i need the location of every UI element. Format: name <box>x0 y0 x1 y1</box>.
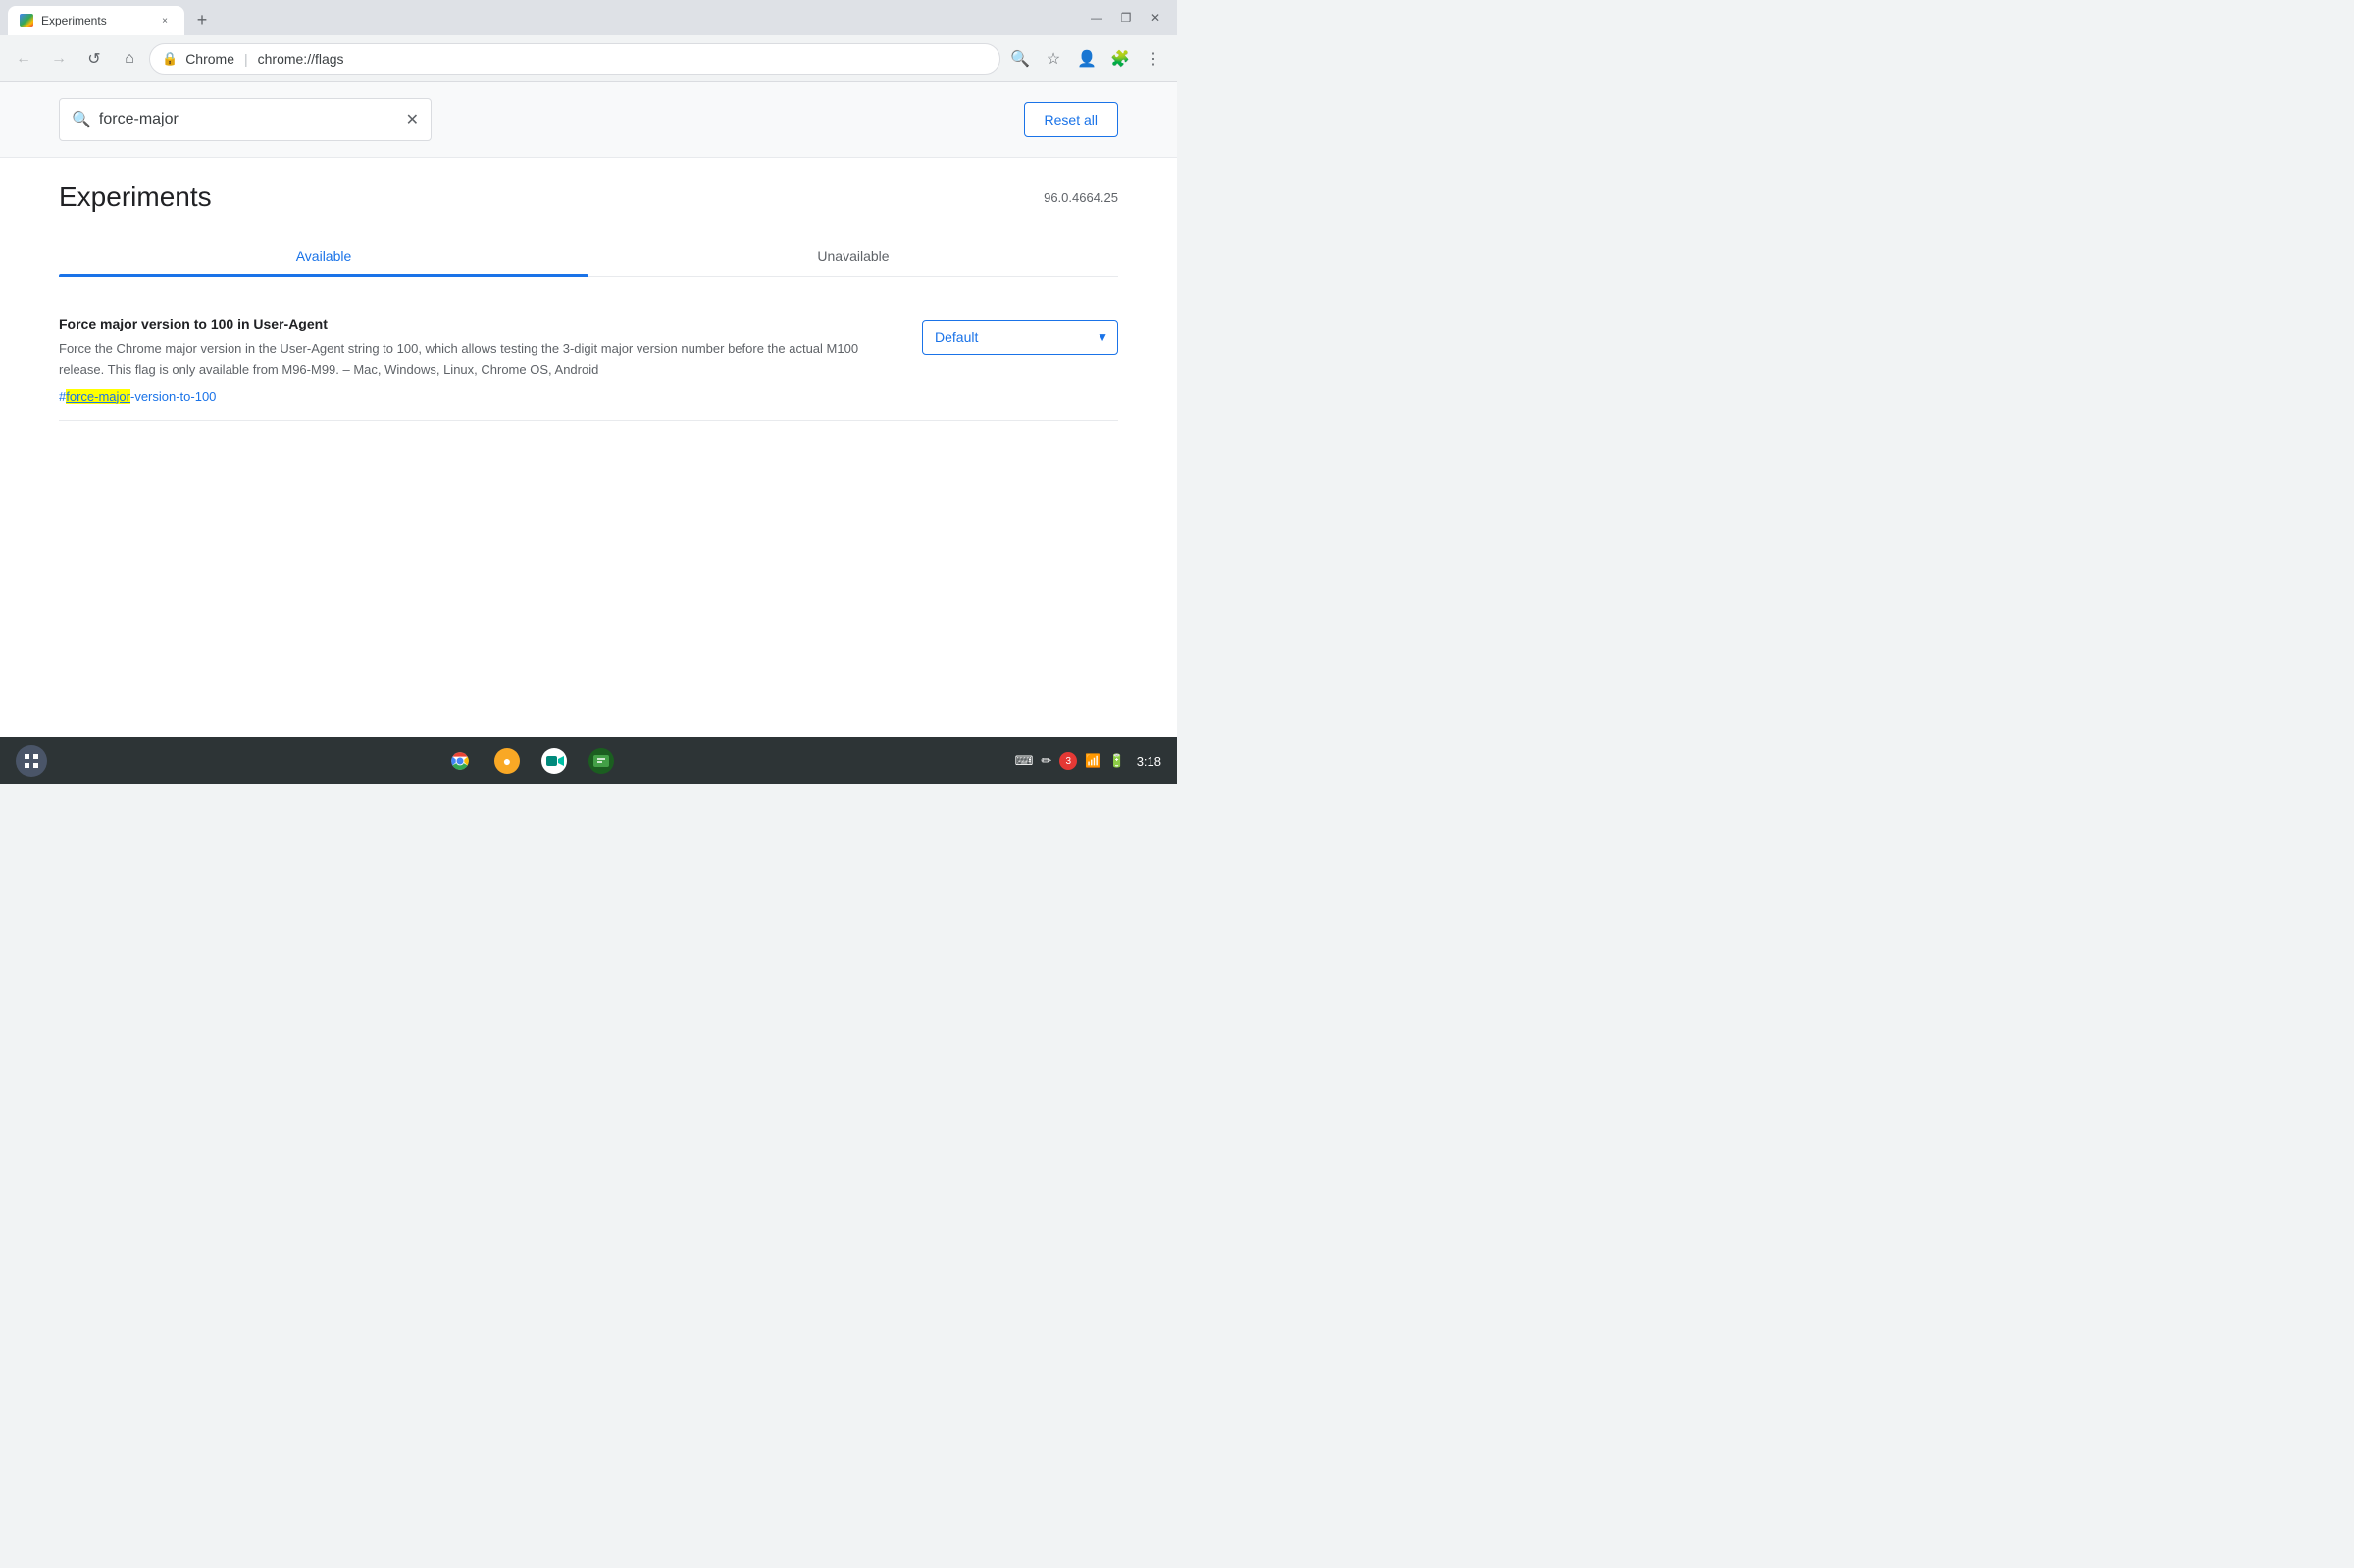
svg-text:●: ● <box>503 753 511 769</box>
address-url: chrome://flags <box>258 51 988 67</box>
version-text: 96.0.4664.25 <box>1044 190 1118 205</box>
search-box[interactable]: 🔍 ✕ <box>59 98 432 141</box>
address-separator: | <box>244 51 248 67</box>
flag-name: Force major version to 100 in User-Agent <box>59 316 891 331</box>
window-controls: — ❐ ✕ <box>1083 4 1169 31</box>
launcher-button[interactable] <box>16 745 47 777</box>
tab-available[interactable]: Available <box>59 236 588 276</box>
flag-select[interactable]: Default Enabled Disabled <box>922 320 1118 355</box>
back-button[interactable]: ← <box>8 43 39 75</box>
wifi-icon: 📶 <box>1085 753 1100 769</box>
taskbar-right: ⌨ ✏ 3 📶 🔋 3:18 <box>1015 752 1161 770</box>
bookmark-button[interactable]: ☆ <box>1038 43 1069 75</box>
taskbar-messages[interactable] <box>582 741 621 781</box>
page-content: 🔍 ✕ Reset all Experiments 96.0.4664.25 A… <box>0 82 1177 737</box>
lock-icon: 🔒 <box>162 51 178 67</box>
tab-unavailable[interactable]: Unavailable <box>588 236 1118 276</box>
status-icons: ⌨ ✏ 3 📶 🔋 <box>1015 752 1125 770</box>
flag-description: Force the Chrome major version in the Us… <box>59 339 891 380</box>
page-title: Experiments <box>59 181 212 213</box>
main-content: Experiments 96.0.4664.25 Available Unava… <box>0 158 1177 444</box>
address-bar[interactable]: 🔒 Chrome | chrome://flags <box>149 43 1000 75</box>
taskbar-files[interactable]: ● <box>487 741 527 781</box>
flag-link-highlighted: force-major <box>66 389 130 404</box>
flag-item: Force major version to 100 in User-Agent… <box>59 300 1118 421</box>
search-clear-button[interactable]: ✕ <box>406 110 419 129</box>
page-header: Experiments 96.0.4664.25 <box>59 181 1118 213</box>
search-button[interactable]: 🔍 <box>1004 43 1036 75</box>
restore-button[interactable]: ❐ <box>1112 4 1140 31</box>
flag-control: Default Enabled Disabled ▼ <box>922 316 1118 355</box>
flag-link-suffix: -version-to-100 <box>130 389 216 404</box>
active-tab[interactable]: Experiments × <box>8 6 184 35</box>
reset-all-button[interactable]: Reset all <box>1024 102 1118 137</box>
taskbar-center: ● <box>47 741 1015 781</box>
toolbar-actions: 🔍 ☆ 👤 🧩 ⋮ <box>1004 43 1169 75</box>
minimize-button[interactable]: — <box>1083 4 1110 31</box>
extensions-button[interactable]: 🧩 <box>1104 43 1136 75</box>
notification-badge: 3 <box>1059 752 1077 770</box>
flag-select-wrapper[interactable]: Default Enabled Disabled ▼ <box>922 320 1118 355</box>
search-icon: 🔍 <box>72 110 91 129</box>
profile-button[interactable]: 👤 <box>1071 43 1102 75</box>
taskbar: ● ⌨ ✏ <box>0 737 1177 784</box>
more-button[interactable]: ⋮ <box>1138 43 1169 75</box>
battery-icon: 🔋 <box>1109 753 1125 769</box>
nav-bar: ← → ↺ ⌂ 🔒 Chrome | chrome://flags 🔍 ☆ 👤 … <box>0 35 1177 82</box>
forward-button[interactable]: → <box>43 43 75 75</box>
taskbar-chrome[interactable] <box>440 741 480 781</box>
pencil-icon: ✏ <box>1041 753 1051 769</box>
new-tab-button[interactable]: + <box>188 6 216 33</box>
search-input[interactable] <box>99 111 398 128</box>
close-button[interactable]: ✕ <box>1142 4 1169 31</box>
reload-button[interactable]: ↺ <box>78 43 110 75</box>
tab-favicon <box>20 14 33 27</box>
taskbar-meet[interactable] <box>535 741 574 781</box>
clock: 3:18 <box>1137 754 1161 769</box>
keyboard-icon: ⌨ <box>1015 753 1034 769</box>
search-area: 🔍 ✕ Reset all <box>0 82 1177 158</box>
tabs-container: Available Unavailable <box>59 236 1118 277</box>
home-button[interactable]: ⌂ <box>114 43 145 75</box>
tab-close-button[interactable]: × <box>157 13 173 28</box>
taskbar-left <box>16 745 47 777</box>
address-brand: Chrome <box>185 51 234 67</box>
tab-title: Experiments <box>41 14 149 27</box>
flag-link[interactable]: #force-major-version-to-100 <box>59 389 216 404</box>
flag-content: Force major version to 100 in User-Agent… <box>59 316 891 404</box>
title-bar: Experiments × + — ❐ ✕ <box>0 0 1177 35</box>
